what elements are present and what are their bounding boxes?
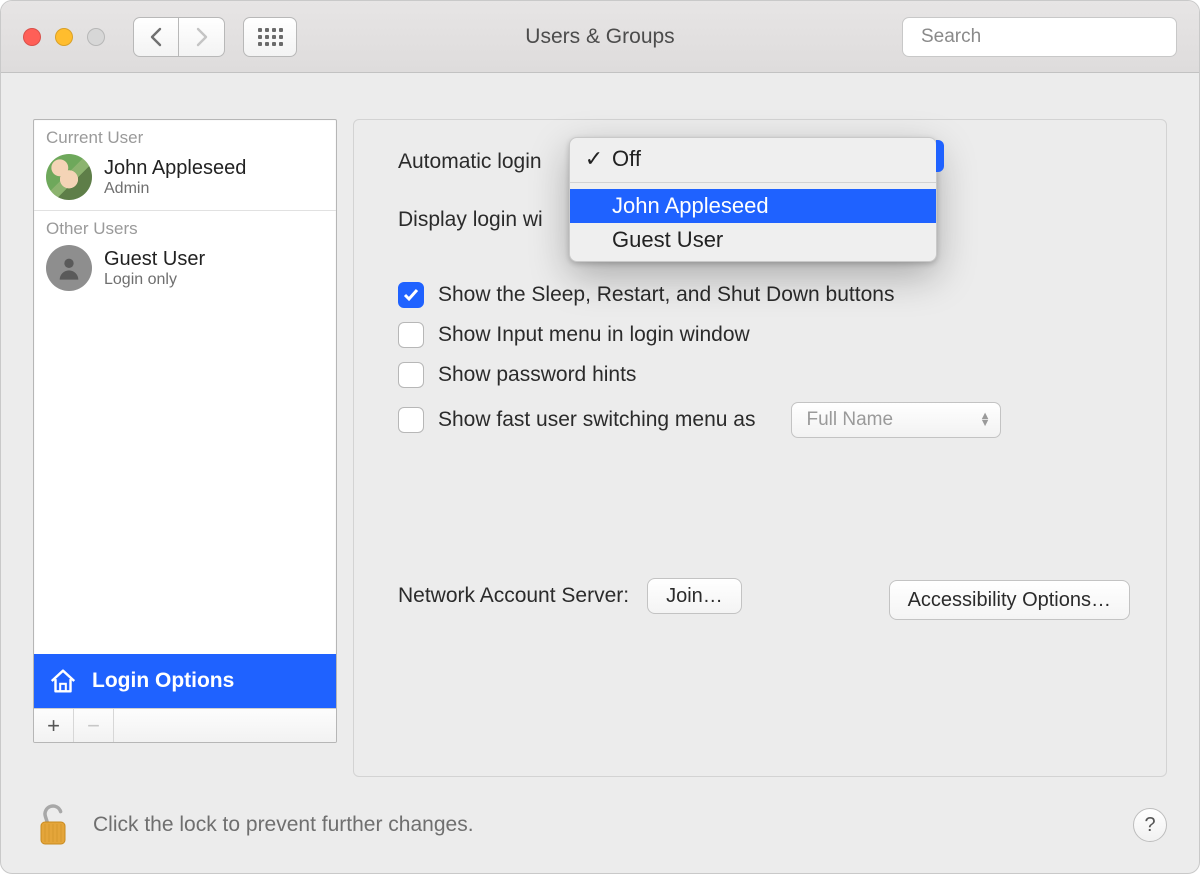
select-end-cap — [936, 140, 944, 172]
login-options-label: Login Options — [92, 669, 234, 693]
question-icon: ? — [1144, 814, 1155, 837]
add-user-button[interactable]: + — [34, 709, 74, 742]
select-value: Full Name — [806, 409, 893, 431]
checkbox-label: Show fast user switching menu as — [438, 408, 755, 432]
lock-button[interactable] — [33, 800, 73, 850]
user-name: John Appleseed — [104, 157, 246, 180]
checkbox-label: Show password hints — [438, 363, 636, 387]
updown-icon: ▲▼ — [980, 413, 991, 427]
checkbox-row-input-menu[interactable]: Show Input menu in login window — [398, 322, 1130, 348]
option-label: John Appleseed — [612, 193, 769, 219]
checkbox-row-sleep[interactable]: Show the Sleep, Restart, and Shut Down b… — [398, 282, 1130, 308]
option-label: Guest User — [612, 227, 723, 253]
checkbox-row-password-hints[interactable]: Show password hints — [398, 362, 1130, 388]
dropdown-option-john-appleseed[interactable]: John Appleseed — [570, 189, 936, 223]
remove-user-button: − — [74, 709, 114, 742]
zoom-window-button — [87, 28, 105, 46]
fast-user-switch-select: Full Name ▲▼ — [791, 402, 1001, 438]
minimize-window-button[interactable] — [55, 28, 73, 46]
other-user-row[interactable]: Guest User Login only — [34, 241, 336, 301]
help-button[interactable]: ? — [1133, 808, 1167, 842]
footer: Click the lock to prevent further change… — [1, 777, 1199, 873]
close-window-button[interactable] — [23, 28, 41, 46]
user-role: Login only — [104, 271, 205, 289]
separator — [570, 182, 936, 183]
checkbox-row-fast-user-switching[interactable]: Show fast user switching menu as Full Na… — [398, 402, 1130, 438]
other-users-section-label: Other Users — [34, 211, 336, 241]
person-icon — [55, 254, 83, 282]
login-options-row[interactable]: Login Options — [34, 654, 336, 708]
button-label: Accessibility Options… — [908, 589, 1111, 612]
current-user-row[interactable]: John Appleseed Admin — [34, 150, 336, 210]
show-all-prefs-button[interactable] — [243, 17, 297, 57]
checkbox[interactable] — [398, 407, 424, 433]
chevron-right-icon — [195, 27, 209, 47]
checkbox-label: Show Input menu in login window — [438, 323, 750, 347]
current-user-section-label: Current User — [34, 120, 336, 150]
titlebar: Users & Groups — [1, 1, 1199, 73]
preferences-window: Users & Groups Current User John Applese… — [0, 0, 1200, 874]
house-icon — [48, 666, 78, 696]
network-account-server-label: Network Account Server: — [398, 584, 629, 608]
checkbox[interactable] — [398, 282, 424, 308]
search-field-wrap[interactable] — [902, 17, 1177, 57]
checkbox[interactable] — [398, 362, 424, 388]
join-button[interactable]: Join… — [647, 578, 742, 614]
user-role: Admin — [104, 180, 246, 198]
button-label: Join… — [666, 585, 723, 608]
sidebar-footer: + − — [34, 708, 336, 742]
checkbox[interactable] — [398, 322, 424, 348]
dropdown-option-off[interactable]: ✓ Off — [570, 142, 936, 176]
automatic-login-label: Automatic login — [398, 150, 542, 174]
check-icon — [402, 286, 420, 304]
dropdown-option-guest-user[interactable]: Guest User — [570, 223, 936, 257]
nav-buttons — [133, 17, 225, 57]
display-login-label: Display login wi — [398, 208, 543, 232]
option-label: Off — [612, 146, 641, 172]
forward-button — [179, 17, 225, 57]
accessibility-options-button[interactable]: Accessibility Options… — [889, 580, 1130, 620]
chevron-left-icon — [149, 27, 163, 47]
automatic-login-dropdown[interactable]: ✓ Off John Appleseed Guest User — [569, 137, 937, 262]
user-name: Guest User — [104, 248, 205, 271]
avatar — [46, 245, 92, 291]
grid-icon — [258, 28, 283, 46]
avatar — [46, 154, 92, 200]
lock-hint-text: Click the lock to prevent further change… — [93, 813, 474, 837]
users-sidebar: Current User John Appleseed Admin Other … — [33, 119, 337, 743]
traffic-lights — [23, 28, 105, 46]
search-input[interactable] — [921, 26, 1166, 48]
back-button[interactable] — [133, 17, 179, 57]
checkbox-label: Show the Sleep, Restart, and Shut Down b… — [438, 283, 894, 307]
checkmark-icon: ✓ — [584, 146, 604, 172]
unlocked-lock-icon — [33, 800, 73, 850]
